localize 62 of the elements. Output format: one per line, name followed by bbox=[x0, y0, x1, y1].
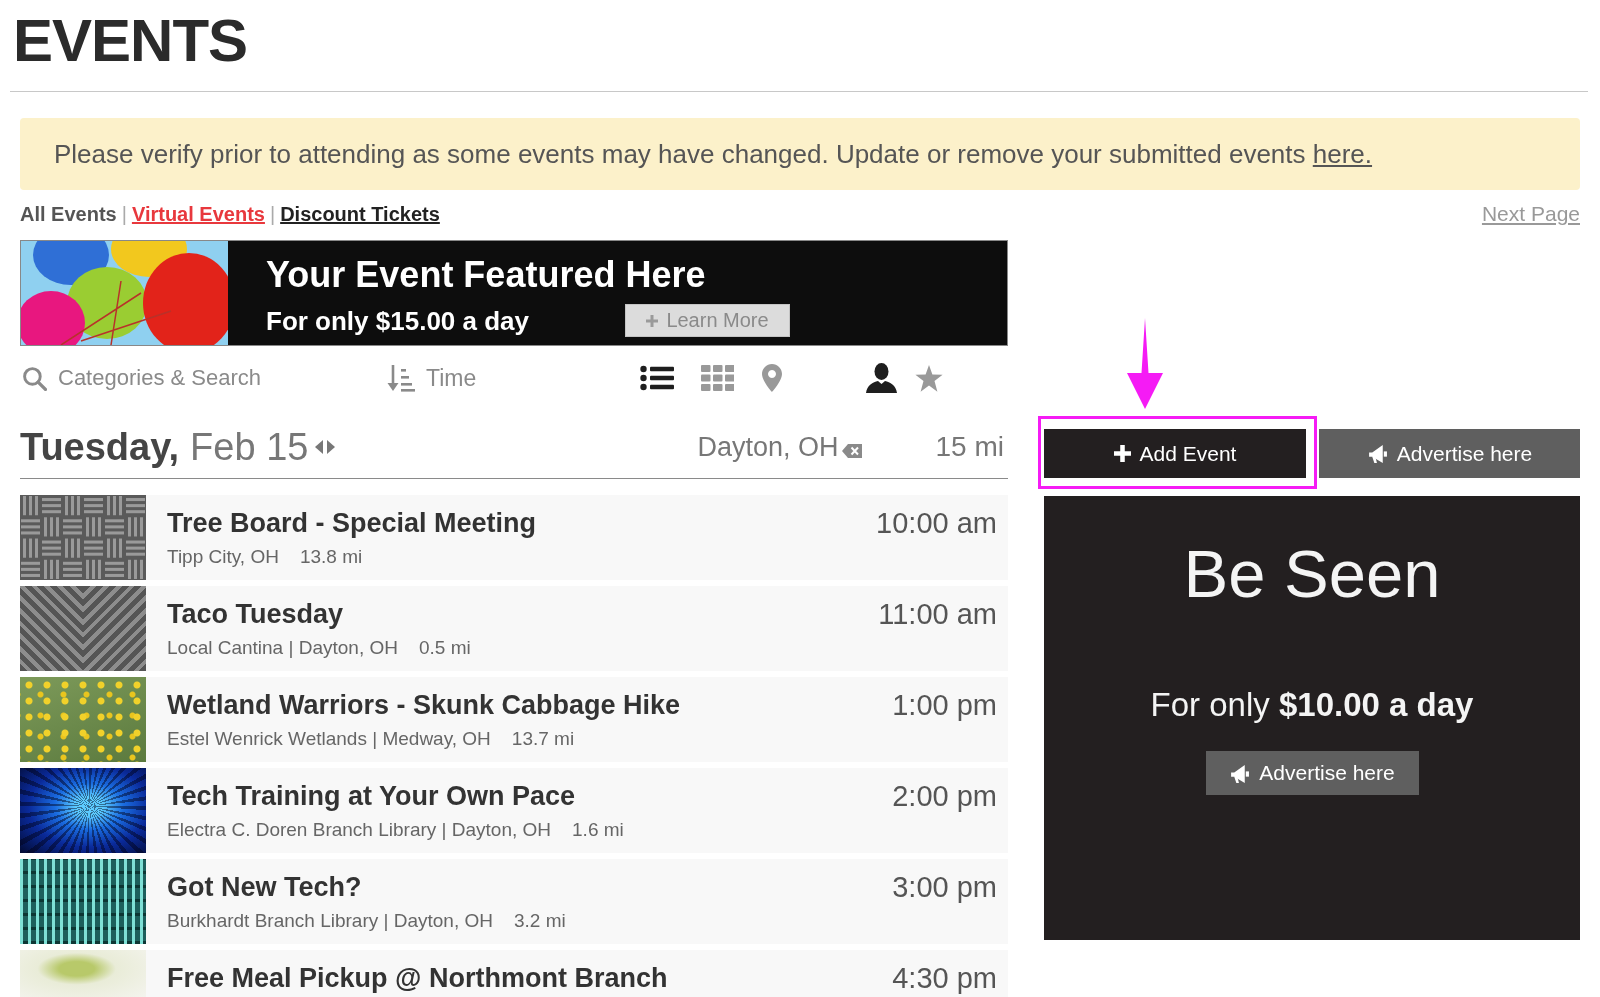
event-row[interactable]: Wetland Warriors - Skunk Cabbage Hike Estel Wenrick Wetlands | Medway, OH 13.7 mi 1:00 pm bbox=[20, 677, 1008, 762]
plus-icon bbox=[1113, 445, 1131, 462]
person-icon[interactable] bbox=[865, 363, 899, 393]
advertise-button[interactable]: Advertise here bbox=[1319, 429, 1580, 478]
filter-link[interactable]: All Events bbox=[20, 202, 117, 226]
event-distance: 13.8 mi bbox=[299, 545, 363, 569]
event-location: Tipp City, OH bbox=[167, 545, 279, 569]
event-distance: 0.5 mi bbox=[418, 636, 471, 660]
link-separator: | bbox=[269, 202, 276, 226]
banner-subtitle: For only $15.00 a day bbox=[266, 305, 529, 336]
event-title[interactable]: Free Meal Pickup @ Northmont Branch bbox=[167, 962, 668, 994]
date-label: Feb 15 bbox=[190, 425, 309, 469]
event-time: 1:00 pm bbox=[892, 688, 998, 721]
search-icon bbox=[22, 365, 47, 391]
event-location: Burkhardt Branch Library | Dayton, OH bbox=[167, 909, 493, 933]
plus-icon bbox=[646, 314, 659, 327]
event-row[interactable]: Got New Tech? Burkhardt Branch Library | Dayton, OH 3.2 mi 3:00 pm bbox=[20, 859, 1008, 944]
event-row[interactable]: Taco Tuesday Local Cantina | Dayton, OH 0.5 mi 11:00 am bbox=[20, 586, 1008, 671]
event-time: 11:00 am bbox=[878, 597, 998, 630]
event-row[interactable]: Tree Board - Special Meeting Tipp City, OH 13.8 mi 10:00 am bbox=[20, 495, 1008, 580]
clear-icon[interactable] bbox=[841, 444, 862, 458]
event-location: Local Cantina | Dayton, OH bbox=[167, 636, 398, 660]
ad-text: For only $10.00 a day bbox=[1150, 685, 1474, 725]
event-time: 10:00 am bbox=[876, 506, 998, 539]
advertise-button[interactable]: Advertise here bbox=[1205, 751, 1419, 795]
event-title[interactable]: Wetland Warriors - Skunk Cabbage Hike bbox=[167, 689, 681, 721]
add-event-button[interactable]: Add Event bbox=[1044, 429, 1306, 478]
event-location: Electra C. Doren Branch Library | Dayton, OH bbox=[167, 818, 552, 842]
featured-banner[interactable]: Your Event Featured Here For only $15.00 a day Learn More bbox=[20, 240, 1008, 346]
banner-title: Your Event Featured Here bbox=[266, 255, 706, 295]
link-separator: | bbox=[121, 202, 127, 226]
event-time: 2:00 pm bbox=[892, 779, 998, 812]
notice-text: Please verify prior to attending as some events may have changed. Update or remove your submitted events here. bbox=[54, 139, 1373, 169]
filter-link[interactable]: Discount Tickets bbox=[280, 202, 440, 226]
weekday-label: Tuesday, bbox=[20, 425, 180, 469]
event-title[interactable]: Taco Tuesday bbox=[167, 598, 344, 630]
megaphone-icon bbox=[1366, 443, 1388, 464]
search-field[interactable]: Categories & Search bbox=[58, 363, 280, 393]
star-icon[interactable] bbox=[915, 364, 944, 392]
event-title[interactable]: Tech Training at Your Own Pace bbox=[167, 780, 576, 812]
filter-link[interactable]: Virtual Events bbox=[131, 202, 265, 226]
event-row[interactable]: Free Meal Pickup @ Northmont Branch 4:30 pm bbox=[20, 950, 1008, 997]
page-title: EVENTS bbox=[13, 10, 248, 72]
event-time: 4:30 pm bbox=[892, 961, 998, 994]
event-title[interactable]: Got New Tech? bbox=[167, 871, 362, 903]
location-label[interactable]: Dayton, OH bbox=[697, 431, 839, 463]
sort-icon bbox=[387, 364, 415, 392]
ad-title: Be Seen bbox=[1183, 535, 1441, 613]
left-right-arrows-icon[interactable] bbox=[315, 439, 336, 455]
event-distance: 13.7 mi bbox=[511, 727, 575, 751]
event-row[interactable]: Tech Training at Your Own Pace Electra C. Doren Branch Library | Dayton, OH 1.6 mi 2:00 pm bbox=[20, 768, 1008, 853]
event-time: 3:00 pm bbox=[892, 870, 998, 903]
list-view-icon[interactable] bbox=[640, 365, 675, 391]
radius-label[interactable]: 15 mi bbox=[935, 431, 1004, 463]
event-distance: 1.6 mi bbox=[572, 818, 624, 842]
event-distance: 3.2 mi bbox=[513, 909, 566, 933]
megaphone-icon bbox=[1229, 762, 1251, 784]
notice-link[interactable]: here. bbox=[1312, 139, 1373, 169]
event-location: Estel Wenrick Wetlands | Medway, OH bbox=[167, 727, 491, 751]
event-title[interactable]: Tree Board - Special Meeting bbox=[167, 507, 537, 539]
grid-view-icon[interactable] bbox=[701, 365, 735, 391]
map-pin-icon[interactable] bbox=[762, 364, 783, 392]
